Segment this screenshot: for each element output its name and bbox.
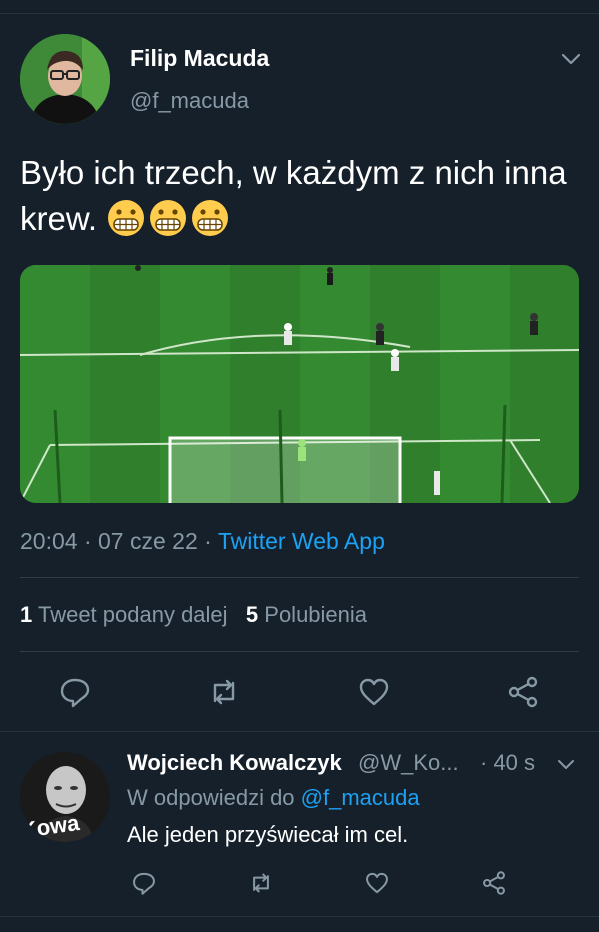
tweet-time: 20:04 <box>20 528 78 554</box>
meta-separator: · <box>83 528 92 554</box>
chevron-down-icon[interactable] <box>560 48 582 70</box>
grimacing-face-emoji-icon <box>148 198 188 238</box>
reply-time: · 40 s <box>480 750 536 775</box>
retweets-label[interactable]: Tweet podany dalej <box>38 602 228 627</box>
share-icon[interactable] <box>481 870 507 896</box>
divider <box>20 577 579 578</box>
reply-author-name[interactable]: Wojciech Kowalczyk <box>127 750 342 776</box>
tweet-text-body: Było ich trzech, w każdym z nich inna kr… <box>20 154 567 237</box>
reply-author-avatar[interactable]: Kowa <box>20 752 110 842</box>
tweet-source-link[interactable]: Twitter Web App <box>218 528 385 554</box>
bottom-divider <box>0 916 599 917</box>
likes-count[interactable]: 5 <box>246 602 258 627</box>
reply-icon[interactable] <box>131 870 157 896</box>
author-handle[interactable]: @f_macuda <box>130 88 249 114</box>
like-icon[interactable] <box>357 675 391 709</box>
retweet-icon[interactable] <box>248 870 274 896</box>
likes-label[interactable]: Polubienia <box>264 602 367 627</box>
share-icon[interactable] <box>506 675 540 709</box>
meta-separator: · <box>204 528 212 554</box>
tweet-meta: 20:04 · 07 cze 22 · Twitter Web App <box>20 528 385 555</box>
chevron-down-icon[interactable] <box>556 755 576 775</box>
tweet-video-thumbnail[interactable] <box>20 265 579 503</box>
tweet-date: 07 cze 22 <box>98 528 198 554</box>
reply-text: Ale jeden przyświecał im cel. <box>127 822 409 847</box>
divider <box>20 651 579 652</box>
reply-to-line: W odpowiedzi do @f_macuda <box>127 785 420 811</box>
tweet-text: Było ich trzech, w każdym z nich inna kr… <box>20 150 580 242</box>
author-avatar[interactable] <box>20 34 110 124</box>
reply-author-handle[interactable]: @W_Ko... <box>358 750 459 776</box>
author-name[interactable]: Filip Macuda <box>130 45 269 72</box>
retweets-count[interactable]: 1 <box>20 602 32 627</box>
like-icon[interactable] <box>364 870 390 896</box>
retweet-icon[interactable] <box>207 675 241 709</box>
reply-icon[interactable] <box>58 675 92 709</box>
grimacing-face-emoji-icon <box>190 198 230 238</box>
reply-prefix: W odpowiedzi do <box>127 785 295 810</box>
tweet-stats: 1 Tweet podany dalej 5 Polubienia <box>20 602 367 628</box>
thread-separator <box>0 731 599 732</box>
grimacing-face-emoji-icon <box>106 198 146 238</box>
reply-to-handle-link[interactable]: @f_macuda <box>301 785 420 810</box>
top-divider <box>0 13 599 14</box>
